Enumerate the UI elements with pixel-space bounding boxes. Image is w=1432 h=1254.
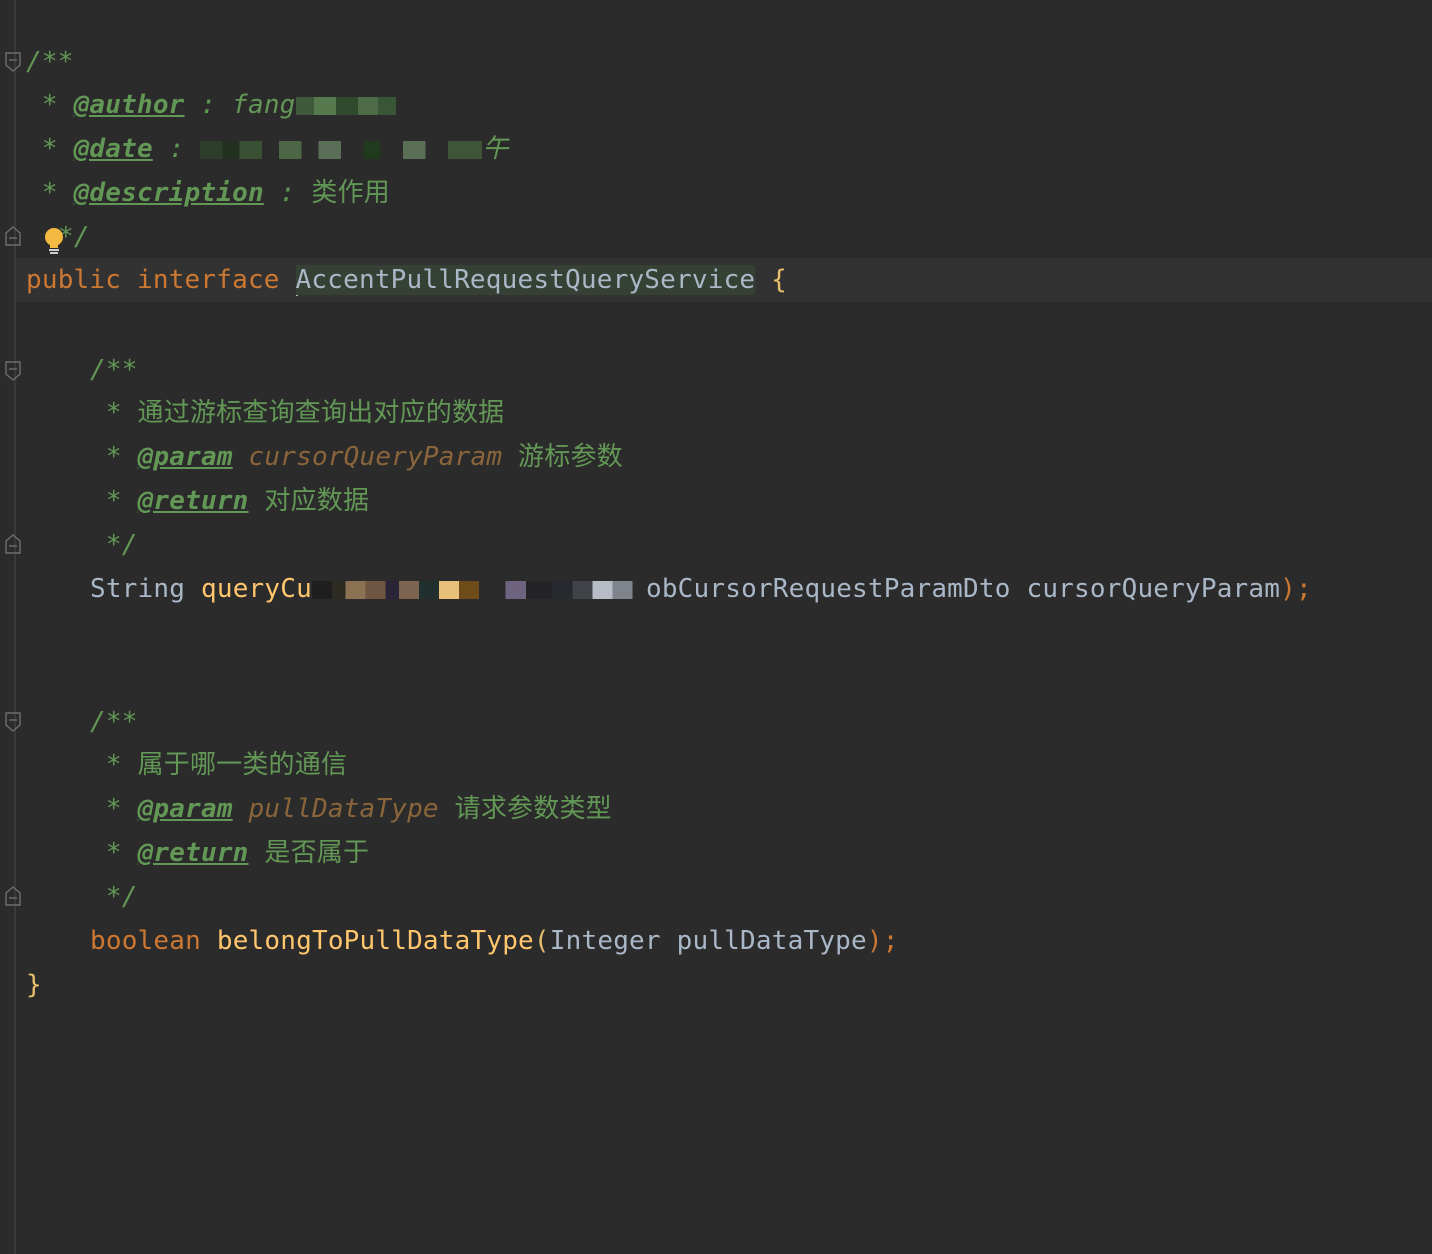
- doc-tag-return[interactable]: @return: [138, 838, 249, 868]
- doc-tag-return[interactable]: @return: [138, 486, 249, 516]
- fold-marker-icon[interactable]: [5, 52, 21, 72]
- doc-text: * 通过游标查询查询出对应的数据: [90, 398, 505, 428]
- code-line: */: [90, 875, 138, 919]
- doc-param-name[interactable]: pullDataType: [249, 794, 439, 824]
- param-type[interactable]: obCursorRequestParamDto: [646, 574, 1011, 604]
- doc-return-desc: 是否属于: [248, 838, 370, 868]
- lightbulb-icon[interactable]: [42, 226, 66, 256]
- doc-param-desc: 请求参数类型: [438, 794, 612, 824]
- code-line: * @description : 类作用: [26, 171, 390, 215]
- keyword-interface: interface: [136, 265, 280, 295]
- doc-return-desc: 对应数据: [248, 486, 370, 516]
- doc-tag-param[interactable]: @param: [138, 794, 233, 824]
- code-line: /**: [90, 700, 138, 744]
- doc-sep: :: [184, 90, 233, 120]
- code-editor[interactable]: /** * @author : fang * @date : 午 * @desc…: [0, 0, 1432, 1254]
- code-line: * @return 对应数据: [90, 479, 369, 523]
- code-line: * @param pullDataType 请求参数类型: [90, 787, 612, 831]
- doc-open: /**: [90, 355, 138, 385]
- code-line: * @return 是否属于: [90, 831, 369, 875]
- code-line: * @date : 午: [26, 127, 509, 171]
- redacted-text: [200, 140, 483, 159]
- fold-marker-icon[interactable]: [5, 361, 21, 381]
- doc-close: */: [90, 530, 138, 560]
- doc-tag-param[interactable]: @param: [138, 442, 233, 472]
- code-line: * @param cursorQueryParam 游标参数: [90, 435, 623, 479]
- code-line: */: [90, 523, 138, 567]
- statement-end: );: [866, 926, 899, 956]
- method-name[interactable]: queryCu: [201, 574, 312, 604]
- param-type[interactable]: Integer: [550, 926, 661, 956]
- code-line: * 通过游标查询查询出对应的数据: [90, 391, 504, 435]
- keyword-public: public: [26, 265, 122, 295]
- code-line: /**: [90, 348, 138, 392]
- doc-prefix: *: [90, 442, 138, 472]
- code-line: * @author : fang: [26, 83, 396, 127]
- code-line: String queryCu obCursorRequestParamDto cu…: [90, 567, 1312, 611]
- doc-open: /**: [26, 47, 74, 77]
- doc-prefix: *: [90, 486, 138, 516]
- doc-open: /**: [90, 707, 138, 737]
- doc-prefix: *: [26, 90, 74, 120]
- fold-marker-icon[interactable]: [5, 712, 21, 732]
- doc-sep: :: [263, 178, 312, 208]
- open-brace: {: [771, 265, 787, 295]
- code-line: }: [26, 963, 42, 1007]
- return-type[interactable]: boolean: [90, 926, 201, 956]
- doc-sep: :: [152, 134, 201, 164]
- param-name[interactable]: pullDataType: [677, 926, 867, 956]
- doc-prefix: *: [90, 794, 138, 824]
- doc-prefix: *: [26, 178, 74, 208]
- close-brace: }: [26, 970, 42, 1000]
- doc-prefix: *: [26, 134, 74, 164]
- method-name[interactable]: belongToPullDataType: [217, 926, 534, 956]
- interface-name[interactable]: AccentPullRequestQueryService: [295, 265, 756, 295]
- redacted-text: [295, 96, 396, 115]
- return-type[interactable]: String: [90, 574, 185, 604]
- fold-marker-icon[interactable]: [5, 886, 21, 906]
- doc-prefix: *: [90, 838, 138, 868]
- doc-text: * 属于哪一类的通信: [90, 750, 348, 780]
- doc-tag-author[interactable]: @author: [74, 90, 185, 120]
- statement-end: );: [1280, 574, 1312, 604]
- code-line: public interface AccentPullRequestQueryS…: [26, 258, 787, 302]
- fold-marker-icon[interactable]: [5, 226, 21, 246]
- param-name[interactable]: cursorQueryParam: [1026, 574, 1280, 604]
- author-value: fang: [232, 90, 296, 120]
- doc-param-desc: 游标参数: [502, 442, 623, 472]
- doc-tag-date[interactable]: @date: [74, 134, 153, 164]
- fold-marker-icon[interactable]: [5, 534, 21, 554]
- gutter: [14, 0, 16, 1254]
- doc-close: */: [90, 882, 138, 912]
- code-line: * 属于哪一类的通信: [90, 743, 347, 787]
- date-suffix: 午: [482, 134, 509, 164]
- redacted-text: [311, 580, 646, 599]
- description-value: 类作用: [311, 178, 390, 208]
- open-paren: (: [533, 926, 550, 956]
- code-line: boolean belongToPullDataType(Integer pul…: [90, 919, 899, 963]
- code-line: /**: [26, 40, 74, 84]
- doc-tag-description[interactable]: @description: [74, 178, 264, 208]
- doc-param-name[interactable]: cursorQueryParam: [249, 442, 503, 472]
